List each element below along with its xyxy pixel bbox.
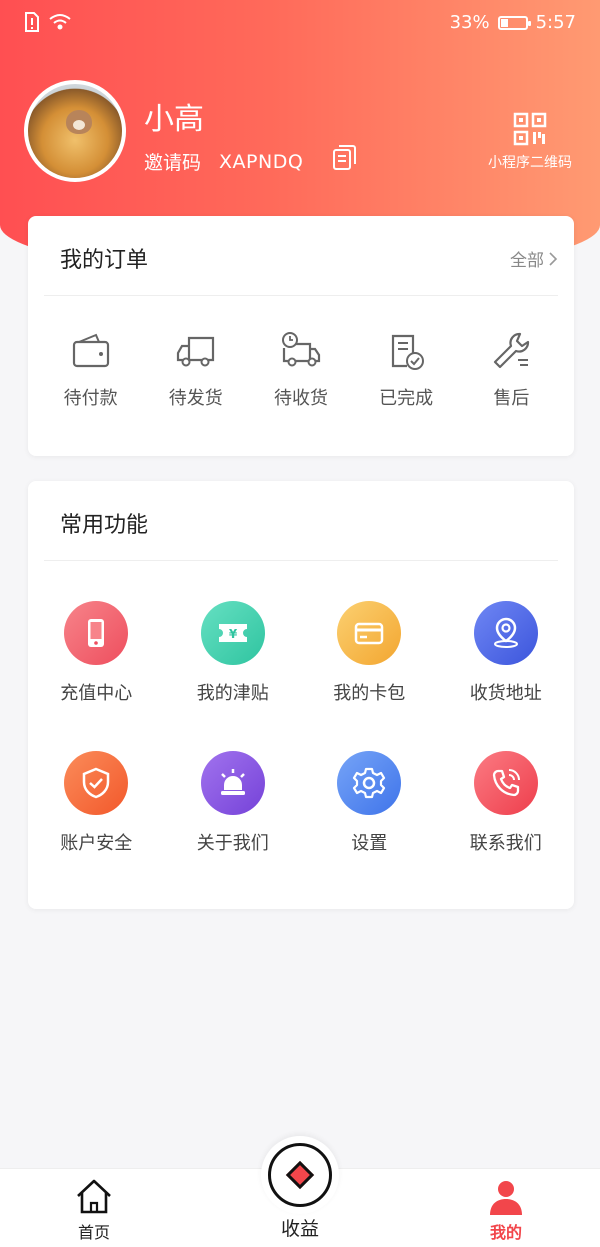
document-check-icon bbox=[392, 334, 425, 370]
common-functions-card: 常用功能 充值中心 ¥ 我的津贴 我的卡包 收货地址 账户安全 关于我们 设置 … bbox=[28, 481, 574, 909]
func-label: 关于我们 bbox=[196, 833, 269, 854]
order-item-label: 已完成 bbox=[379, 388, 434, 409]
home-icon bbox=[77, 1179, 111, 1214]
func-account-security[interactable]: 账户安全 bbox=[28, 751, 165, 855]
func-about-us[interactable]: 关于我们 bbox=[165, 751, 302, 855]
wrench-icon bbox=[494, 332, 530, 369]
order-item-label: 待发货 bbox=[168, 388, 223, 409]
tab-earnings-label: 收益 bbox=[280, 1218, 319, 1240]
func-label: 我的津贴 bbox=[196, 683, 269, 704]
func-label: 联系我们 bbox=[469, 833, 542, 854]
func-contact-us[interactable]: 联系我们 bbox=[438, 751, 575, 855]
earnings-icon bbox=[268, 1143, 332, 1207]
phone-icon bbox=[88, 619, 105, 647]
view-all-label: 全部 bbox=[510, 251, 544, 271]
truck-icon bbox=[176, 336, 214, 367]
svg-text:¥: ¥ bbox=[229, 627, 238, 641]
wallet-icon bbox=[72, 333, 109, 368]
func-label: 收货地址 bbox=[469, 683, 542, 704]
qr-code-icon bbox=[513, 112, 547, 146]
card-icon bbox=[355, 622, 384, 645]
func-my-allowance[interactable]: ¥ 我的津贴 bbox=[165, 601, 302, 705]
mini-program-qr-button[interactable]: 小程序二维码 bbox=[482, 112, 578, 172]
user-icon bbox=[490, 1181, 522, 1215]
func-label: 账户安全 bbox=[60, 833, 133, 854]
order-after-sales[interactable]: 售后 bbox=[461, 330, 561, 410]
order-completed[interactable]: 已完成 bbox=[356, 330, 456, 410]
order-item-label: 售后 bbox=[493, 388, 530, 409]
view-all-orders-link[interactable]: 全部 bbox=[510, 246, 558, 271]
avatar[interactable] bbox=[24, 80, 126, 182]
order-item-label: 待付款 bbox=[63, 388, 118, 409]
order-pending-shipment[interactable]: 待发货 bbox=[146, 330, 246, 410]
chevron-right-icon bbox=[549, 251, 558, 266]
invite-code-value: XAPNDQ bbox=[219, 150, 304, 173]
status-bar: 33% 5:57 bbox=[0, 0, 600, 48]
order-item-label: 待收货 bbox=[273, 388, 328, 409]
func-recharge-center[interactable]: 充值中心 bbox=[28, 601, 165, 705]
func-my-card-pack[interactable]: 我的卡包 bbox=[301, 601, 438, 705]
order-pending-payment[interactable]: 待付款 bbox=[41, 330, 141, 410]
shield-icon bbox=[83, 767, 110, 799]
func-shipping-address[interactable]: 收货地址 bbox=[438, 601, 575, 705]
user-name: 小高 bbox=[144, 102, 204, 137]
wifi-icon bbox=[49, 14, 71, 30]
alarm-light-icon bbox=[220, 769, 245, 795]
gear-icon bbox=[353, 767, 386, 799]
func-settings[interactable]: 设置 bbox=[301, 751, 438, 855]
copy-icon[interactable] bbox=[330, 143, 358, 171]
func-label: 我的卡包 bbox=[333, 683, 406, 704]
my-orders-card: 我的订单 全部 待付款 待发货 待收货 已完成 售后 bbox=[28, 216, 574, 456]
invite-code-label: 邀请码 bbox=[144, 152, 202, 174]
qr-label: 小程序二维码 bbox=[488, 155, 572, 171]
delivery-truck-icon bbox=[281, 332, 321, 367]
invite-code-row: 邀请码 XAPNDQ bbox=[144, 148, 303, 175]
functions-title: 常用功能 bbox=[60, 513, 149, 538]
clock: 5:57 bbox=[535, 12, 576, 33]
battery-percent: 33% bbox=[449, 12, 490, 33]
ticket-yen-icon: ¥ bbox=[218, 624, 247, 642]
func-label: 充值中心 bbox=[60, 683, 133, 704]
location-icon bbox=[493, 617, 518, 648]
sim-alert-icon bbox=[25, 12, 39, 32]
orders-title: 我的订单 bbox=[60, 248, 149, 273]
earnings-center-button[interactable] bbox=[261, 1136, 339, 1214]
func-label: 设置 bbox=[351, 833, 388, 854]
order-pending-receipt[interactable]: 待收货 bbox=[251, 330, 351, 410]
phone-call-icon bbox=[492, 769, 520, 797]
battery-icon bbox=[497, 15, 531, 30]
